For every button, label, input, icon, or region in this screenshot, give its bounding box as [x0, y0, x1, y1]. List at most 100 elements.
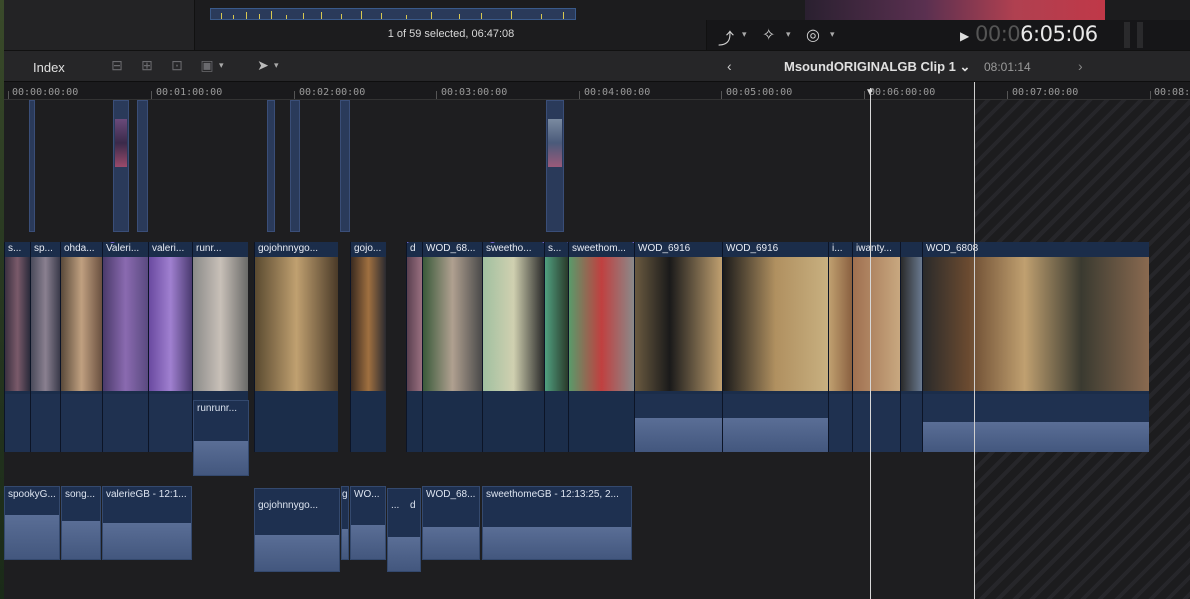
- timeline-clip[interactable]: sweetho...: [482, 242, 544, 452]
- clip-audio: [5, 394, 30, 452]
- timeline-clip[interactable]: Valeri...: [102, 242, 148, 452]
- ruler-label: 00:07:00:00: [1012, 87, 1079, 98]
- timeline-clip[interactable]: WOD_6916: [722, 242, 828, 452]
- speed-gauge-icon[interactable]: ◎: [806, 25, 820, 45]
- connected-clip[interactable]: [340, 100, 350, 232]
- audio-clip[interactable]: gojohnnygo...: [254, 488, 340, 572]
- clip-thumbnail: [255, 257, 338, 391]
- timeline-clip[interactable]: WOD_68...: [422, 242, 482, 452]
- ruler-label: 00:01:00:00: [156, 87, 223, 98]
- chevron-down-icon[interactable]: ▾: [274, 60, 279, 71]
- clip-thumbnail: [829, 257, 852, 391]
- clip-audio: [149, 394, 192, 452]
- audio-waveform: [723, 418, 828, 452]
- audio-clip[interactable]: g: [341, 486, 349, 560]
- connected-clip[interactable]: [267, 100, 275, 232]
- timeline-ruler[interactable]: 00:00:00:00 00:01:00:00 00:02:00:00 00:0…: [4, 82, 1190, 100]
- clip-label: sweethomeGB - 12:13:25, 2...: [486, 489, 619, 500]
- ruler-label: 00:06:00:00: [869, 87, 936, 98]
- overwrite-clip-icon[interactable]: ▣: [198, 57, 216, 75]
- clip-audio: [923, 394, 1149, 452]
- chevron-down-icon[interactable]: ▾: [830, 29, 835, 40]
- clip-audio: [545, 394, 568, 452]
- clip-thumbnail: [483, 257, 544, 391]
- audio-clip[interactable]: WOD_68...: [422, 486, 480, 560]
- transform-icon[interactable]: ⤴: [718, 25, 734, 49]
- timeline-clip[interactable]: iwanty...: [852, 242, 900, 452]
- history-forward-arrow[interactable]: ›: [1078, 58, 1083, 74]
- audio-clip[interactable]: song...: [61, 486, 101, 560]
- timeline[interactable]: 00:00:00:00 00:01:00:00 00:02:00:00 00:0…: [4, 82, 1190, 599]
- insert-clip-icon[interactable]: ⊞: [138, 57, 156, 75]
- audio-clip[interactable]: runrunr...: [193, 400, 249, 476]
- select-tool-icon[interactable]: ➤: [254, 57, 272, 75]
- timeline-clip[interactable]: d: [406, 242, 422, 452]
- ruler-label: 00:00:00:00: [12, 87, 79, 98]
- timecode-dim: 00:0: [975, 22, 1021, 46]
- timeline-clip[interactable]: gojohnnygo...: [254, 242, 338, 452]
- clip-audio: [483, 394, 544, 452]
- audio-waveform: [342, 529, 348, 559]
- chevron-down-icon[interactable]: ▾: [786, 29, 791, 40]
- clip-label: gojohnnygo...: [258, 500, 319, 511]
- timeline-clip[interactable]: sweethom...: [568, 242, 634, 452]
- clip-label: sp...: [34, 243, 53, 254]
- connected-clip[interactable]: [137, 100, 148, 232]
- ruler-label: 00:05:00:00: [726, 87, 793, 98]
- audio-clip[interactable]: valerieGB - 12:1...: [102, 486, 192, 560]
- clip-thumbnail: [407, 257, 422, 391]
- timeline-clip[interactable]: WOD_6916: [634, 242, 722, 452]
- audio-waveform: [351, 525, 385, 559]
- index-button[interactable]: Index: [33, 60, 65, 75]
- clip-label: d: [410, 243, 416, 254]
- audio-clip[interactable]: WO...: [350, 486, 386, 560]
- clip-label: gojo...: [354, 243, 382, 254]
- audio-clip[interactable]: sweethomeGB - 12:13:25, 2...: [482, 486, 632, 560]
- playhead-handle-icon[interactable]: ▼: [865, 87, 875, 98]
- timeline-clip[interactable]: s...: [544, 242, 568, 452]
- clip-thumbnail: [351, 257, 386, 391]
- connect-clip-icon[interactable]: ⊟: [108, 57, 126, 75]
- timeline-clip[interactable]: i...: [828, 242, 852, 452]
- append-clip-icon[interactable]: ⊡: [168, 57, 186, 75]
- history-back-arrow[interactable]: ‹: [727, 58, 732, 74]
- connected-clip[interactable]: [290, 100, 300, 232]
- timeline-clip[interactable]: valeri...: [148, 242, 192, 452]
- connected-clip[interactable]: [546, 100, 564, 232]
- clip-audio: [31, 394, 60, 452]
- timeline-clip[interactable]: WOD_6808: [922, 242, 1149, 452]
- ruler-label: 00:08:: [1154, 87, 1190, 98]
- audio-clip[interactable]: spookyG...: [4, 486, 60, 560]
- ruler-label: 00:04:00:00: [584, 87, 651, 98]
- clip-label: spookyG...: [8, 489, 56, 500]
- chevron-down-icon[interactable]: ▾: [742, 29, 747, 40]
- clip-audio: [635, 394, 722, 452]
- clip-label: s...: [548, 243, 562, 254]
- project-title[interactable]: MsoundORIGINALGB Clip 1 ⌄: [784, 59, 970, 75]
- connected-clip[interactable]: [113, 100, 129, 232]
- clip-label: runrunr...: [197, 403, 238, 414]
- timeline-clip[interactable]: gojo...: [350, 242, 386, 452]
- clip-thumbnail: [545, 257, 568, 391]
- timeline-clip[interactable]: s...: [4, 242, 30, 452]
- clip-audio: [569, 394, 634, 452]
- play-icon[interactable]: ▶: [960, 29, 969, 43]
- chevron-down-icon[interactable]: ▾: [219, 60, 224, 71]
- timeline-clip[interactable]: sp...: [30, 242, 60, 452]
- audio-clip[interactable]: ... d: [387, 488, 421, 572]
- clip-thumbnail: [923, 257, 1149, 391]
- magic-wand-icon[interactable]: ✧: [762, 25, 775, 45]
- timeline-clip[interactable]: ohda...: [60, 242, 102, 452]
- playhead[interactable]: [870, 88, 871, 599]
- timeline-clip[interactable]: [900, 242, 922, 452]
- browser-filmstrip[interactable]: [210, 8, 576, 20]
- audio-waveform: [388, 537, 420, 571]
- clip-thumbnail: [423, 257, 482, 391]
- clip-audio: [255, 394, 338, 452]
- ruler-label: 00:02:00:00: [299, 87, 366, 98]
- clip-label: valeri...: [152, 243, 185, 254]
- clip-label: WOD_6916: [726, 243, 779, 254]
- clip-thumbnail: [723, 257, 828, 391]
- connected-clip[interactable]: [29, 100, 35, 232]
- clip-thumbnail: [5, 257, 30, 391]
